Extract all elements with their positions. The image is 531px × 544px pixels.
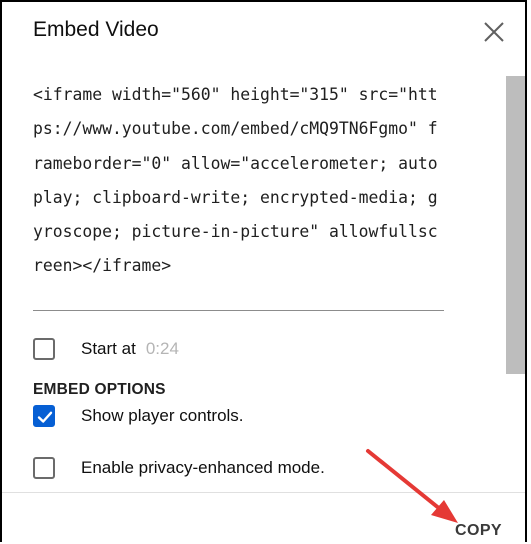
close-button[interactable] bbox=[483, 21, 505, 43]
embed-code-text: <iframe width="560" height="315" src="ht… bbox=[33, 85, 438, 276]
privacy-enhanced-label: Enable privacy-enhanced mode. bbox=[81, 458, 325, 477]
show-player-controls-label: Show player controls. bbox=[81, 406, 244, 425]
embed-options-heading: EMBED OPTIONS bbox=[33, 381, 166, 398]
start-time-input[interactable]: 0:24 bbox=[146, 339, 179, 359]
privacy-enhanced-row: Enable privacy-enhanced mode. bbox=[33, 457, 325, 479]
start-at-checkbox[interactable] bbox=[33, 338, 55, 360]
embed-video-dialog: Embed Video <iframe width="560" height="… bbox=[0, 0, 527, 542]
copy-button[interactable]: COPY bbox=[455, 522, 502, 540]
show-player-controls-row: Show player controls. bbox=[33, 405, 244, 427]
footer-divider bbox=[2, 492, 525, 493]
embed-code-textarea[interactable]: <iframe width="560" height="315" src="ht… bbox=[33, 78, 444, 311]
close-icon bbox=[484, 22, 504, 42]
start-at-row: Start at 0:24 bbox=[33, 338, 179, 360]
start-at-label: Start at bbox=[81, 339, 136, 358]
checkmark-icon bbox=[37, 411, 53, 423]
dialog-header: Embed Video bbox=[2, 2, 525, 62]
show-player-controls-checkbox[interactable] bbox=[33, 405, 55, 427]
dialog-title: Embed Video bbox=[33, 18, 159, 41]
privacy-enhanced-checkbox[interactable] bbox=[33, 457, 55, 479]
scrollbar[interactable] bbox=[506, 76, 525, 374]
